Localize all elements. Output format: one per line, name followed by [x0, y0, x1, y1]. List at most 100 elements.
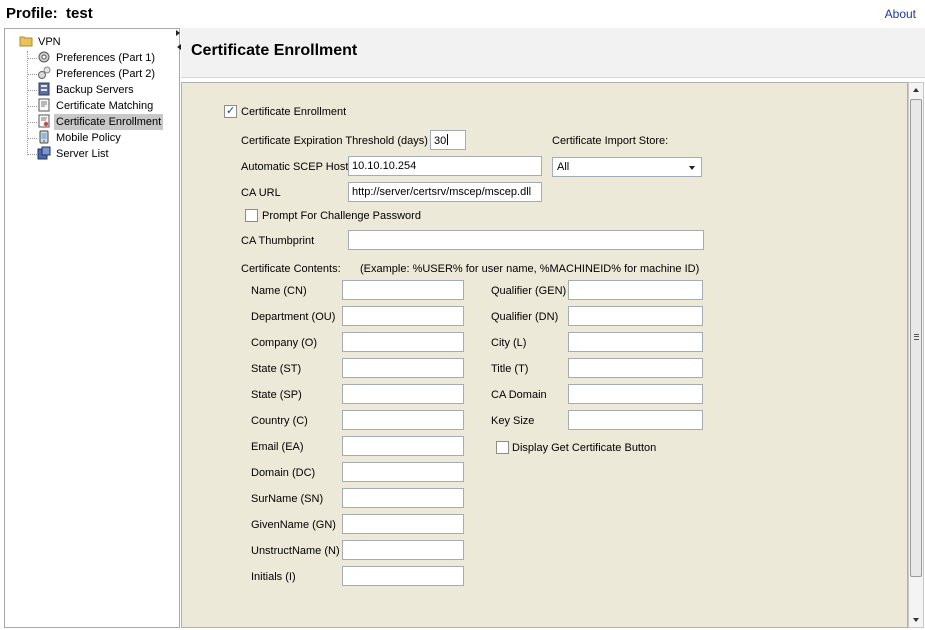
field-label: UnstructName (N)	[251, 545, 340, 557]
profile-name: test	[66, 5, 93, 22]
tree-item-label: Certificate Enrollment	[54, 114, 164, 130]
about-link[interactable]: About	[885, 7, 916, 21]
field-label: State (ST)	[251, 363, 302, 375]
field-label: City (L)	[491, 337, 527, 349]
display-get-certificate-label: Display Get Certificate Button	[512, 442, 657, 454]
field-input[interactable]	[342, 410, 464, 430]
field-label: Qualifier (GEN)	[491, 285, 567, 297]
field-label: CA Domain	[491, 389, 547, 401]
tree-connector	[27, 58, 37, 59]
field-input[interactable]	[342, 384, 464, 404]
scep-host-label: Automatic SCEP Host	[241, 161, 349, 173]
ca-url-input[interactable]: http://server/certsrv/mscep/mscep.dll	[348, 182, 542, 202]
tree-item-label: Server List	[56, 148, 109, 160]
thumbprint-input[interactable]	[348, 230, 704, 250]
chevron-down-icon	[689, 166, 695, 170]
tree-item-backup-servers[interactable]: Backup Servers	[37, 82, 136, 98]
field-label: Title (T)	[491, 363, 529, 375]
field-input[interactable]	[342, 306, 464, 326]
field-input[interactable]	[342, 280, 464, 300]
tree-item-label: Preferences (Part 1)	[56, 52, 156, 64]
import-store-value: All	[557, 161, 570, 173]
tree-item-label: Mobile Policy	[56, 132, 121, 144]
import-store-select[interactable]: All	[552, 157, 702, 177]
title-bar: Profile: test About	[0, 0, 925, 28]
tree-connector	[27, 138, 37, 139]
profile-label: Profile:	[6, 5, 58, 22]
page-title: Certificate Enrollment	[191, 42, 358, 59]
tree-item-mobile-policy[interactable]: Mobile Policy	[37, 130, 123, 146]
field-input[interactable]	[568, 358, 703, 378]
field-label: Name (CN)	[251, 285, 307, 297]
profile-title: Profile: test	[6, 5, 93, 22]
tree-connector	[27, 74, 37, 75]
field-input[interactable]	[342, 332, 464, 352]
grip-icon	[914, 334, 919, 340]
navigation-tree-pane: VPN Preferences (Part 1) Preferences (Par…	[4, 28, 180, 628]
certificate-contents-hint: (Example: %USER% for user name, %MACHINE…	[360, 263, 700, 275]
tree-root-vpn[interactable]: VPN	[19, 34, 63, 50]
field-label: Initials (I)	[251, 571, 296, 583]
navigation-tree: VPN Preferences (Part 1) Preferences (Par…	[5, 29, 179, 627]
field-label: SurName (SN)	[251, 493, 324, 505]
tree-item-server-list[interactable]: Server List	[37, 146, 111, 162]
enrollment-label: Certificate Enrollment	[241, 106, 347, 118]
field-label: Domain (DC)	[251, 467, 316, 479]
thumbprint-label: CA Thumbprint	[241, 235, 315, 247]
threshold-input[interactable]: 30	[430, 130, 466, 150]
scep-host-input[interactable]: 10.10.10.254	[348, 156, 542, 176]
field-input[interactable]	[342, 488, 464, 508]
threshold-label: Certificate Expiration Threshold (days)	[241, 135, 428, 147]
field-input[interactable]	[342, 358, 464, 378]
field-label: Company (O)	[251, 337, 318, 349]
certificate-contents-label: Certificate Contents:	[241, 263, 341, 275]
challenge-password-checkbox[interactable]	[245, 209, 258, 222]
field-input[interactable]	[342, 514, 464, 534]
tree-item-label: Certificate Matching	[56, 100, 154, 112]
field-label: Qualifier (DN)	[491, 311, 559, 323]
field-label: Key Size	[491, 415, 535, 427]
tree-item-label: Preferences (Part 2)	[56, 68, 156, 80]
server-list-icon	[37, 146, 51, 160]
page-header: Certificate Enrollment	[181, 28, 925, 78]
display-get-certificate-checkbox[interactable]	[496, 441, 509, 454]
gears-icon	[37, 66, 51, 80]
field-label: Department (OU)	[251, 311, 336, 323]
ca-url-label: CA URL	[241, 187, 281, 199]
tree-item-preferences-part-1[interactable]: Preferences (Part 1)	[37, 50, 157, 66]
tree-connector	[27, 154, 37, 155]
tree-item-preferences-part-2[interactable]: Preferences (Part 2)	[37, 66, 157, 82]
tree-item-label: Backup Servers	[56, 84, 134, 96]
scroll-thumb[interactable]	[910, 99, 922, 577]
field-label: State (SP)	[251, 389, 302, 401]
field-input[interactable]	[568, 384, 703, 404]
enrollment-checkbox[interactable]	[224, 104, 237, 118]
certificate-enrollment-form: Certificate Enrollment Certificate Expir…	[181, 82, 908, 628]
field-input[interactable]	[342, 566, 464, 586]
import-store-label: Certificate Import Store:	[552, 135, 669, 147]
scroll-down-arrow-icon[interactable]	[913, 618, 919, 622]
field-input[interactable]	[342, 540, 464, 560]
mobile-icon	[37, 130, 51, 144]
tree-connector	[27, 106, 37, 107]
threshold-value: 30	[434, 135, 447, 147]
tree-connector	[27, 122, 37, 123]
folder-icon	[19, 34, 33, 48]
field-input[interactable]	[568, 410, 703, 430]
field-input[interactable]	[568, 280, 703, 300]
field-input[interactable]	[568, 306, 703, 326]
field-input[interactable]	[342, 436, 464, 456]
tree-item-certificate-matching[interactable]: Certificate Matching	[37, 98, 155, 114]
vertical-scrollbar[interactable]	[908, 82, 924, 628]
challenge-password-label: Prompt For Challenge Password	[262, 210, 421, 222]
field-label: Email (EA)	[251, 441, 304, 453]
field-label: GivenName (GN)	[251, 519, 336, 531]
field-input[interactable]	[568, 332, 703, 352]
certificate-enroll-icon	[37, 114, 51, 128]
server-icon	[37, 82, 51, 96]
tree-item-certificate-enrollment[interactable]: Certificate Enrollment	[37, 114, 164, 130]
gear-icon	[37, 50, 51, 64]
field-input[interactable]	[342, 462, 464, 482]
scroll-up-arrow-icon[interactable]	[913, 88, 919, 92]
collapse-arrow-icon[interactable]	[176, 30, 180, 36]
